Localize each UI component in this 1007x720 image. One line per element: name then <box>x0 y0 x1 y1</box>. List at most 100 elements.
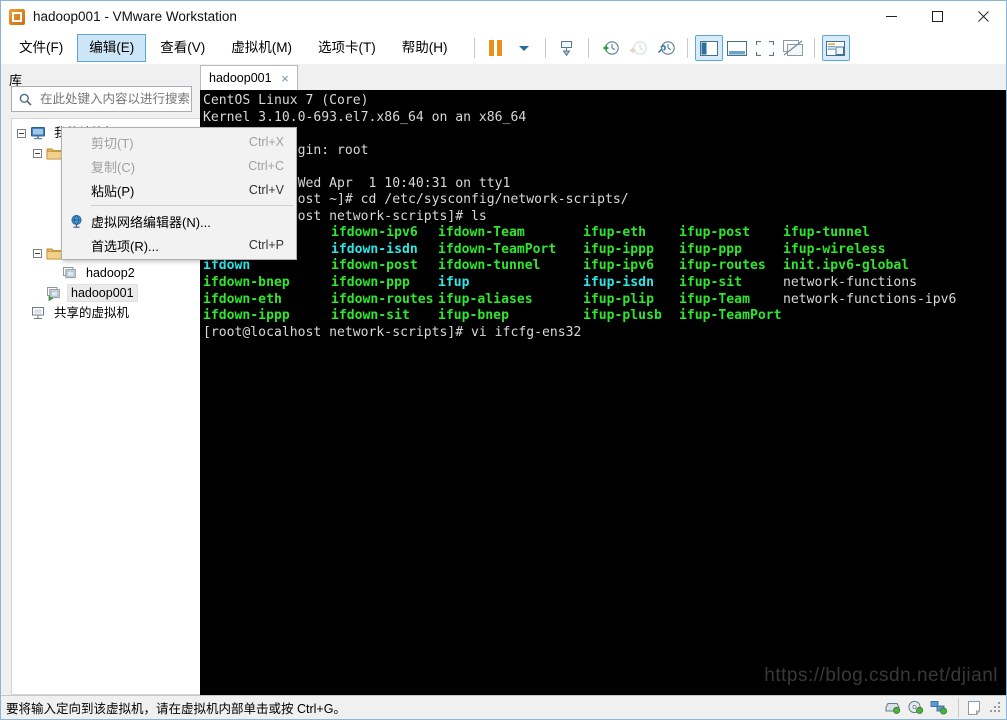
tree-item-shared-vms[interactable]: 共享的虚拟机 <box>12 303 200 323</box>
terminal-file-entry: ifdown-bnep <box>203 275 331 292</box>
toolbar-separator <box>474 38 475 58</box>
vm-icon <box>62 266 79 281</box>
menu-bar: 文件(F) 编辑(E) 查看(V) 虚拟机(M) 选项卡(T) 帮助(H) <box>1 32 1006 64</box>
terminal-file-entry: ifdown-isdn <box>331 242 438 259</box>
tree-item-hadoop2[interactable]: hadoop2 <box>12 263 200 283</box>
cd-dvd-icon[interactable] <box>907 700 924 715</box>
menu-edit[interactable]: 编辑(E) <box>77 34 146 62</box>
terminal-file-entry: network-functions <box>783 275 1006 292</box>
toolbar-separator <box>545 38 546 58</box>
maximize-button[interactable] <box>914 1 960 32</box>
menu-item-label: 复制(C) <box>91 157 248 176</box>
menu-file[interactable]: 文件(F) <box>7 34 75 62</box>
menu-item-label: 粘贴(P) <box>91 181 249 200</box>
tab-hadoop001[interactable]: hadoop001 × <box>200 65 298 90</box>
close-icon[interactable]: × <box>278 71 293 86</box>
take-snapshot-button[interactable] <box>596 35 624 61</box>
menu-view[interactable]: 查看(V) <box>148 34 217 62</box>
terminal-file-entry: ifdown-ippp <box>203 308 331 325</box>
menu-item-shortcut: Ctrl+C <box>248 159 296 173</box>
send-ctrl-alt-del-button[interactable] <box>553 35 581 61</box>
toolbar <box>467 35 850 61</box>
terminal-line: Last login: Wed Apr 1 10:40:31 on tty1 <box>203 176 1006 193</box>
tree-item-label: 共享的虚拟机 <box>51 305 132 321</box>
fullscreen-button[interactable] <box>751 35 779 61</box>
terminal-file-entry: ifup-isdn <box>583 275 679 292</box>
tree-expander-collapse-icon[interactable] <box>33 149 42 158</box>
minimize-button[interactable] <box>868 1 914 32</box>
menu-item-shortcut: Ctrl+V <box>249 183 296 197</box>
search-input[interactable] <box>38 91 191 107</box>
tab-strip: hadoop001 × <box>200 64 1006 90</box>
suspend-button[interactable] <box>482 35 510 61</box>
terminal-file-entry: ifup <box>438 275 583 292</box>
menu-item-virtual-network-editor[interactable]: 虚拟网络编辑器(N)... <box>62 209 296 233</box>
menu-help[interactable]: 帮助(H) <box>390 34 460 62</box>
status-separator <box>958 698 959 718</box>
vm-console-screen[interactable]: CentOS Linux 7 (Core)Kernel 3.10.0-693.e… <box>200 90 1006 695</box>
snapshot-manager-button[interactable] <box>652 35 680 61</box>
network-adapter-icon[interactable] <box>930 700 948 715</box>
edit-menu-dropdown[interactable]: 剪切(T)Ctrl+X复制(C)Ctrl+C粘贴(P)Ctrl+V虚拟网络编辑器… <box>61 127 297 260</box>
status-message: 要将输入定向到该虚拟机，请在虚拟机内部单击或按 Ctrl+G。 <box>6 698 346 717</box>
terminal-file-entry: ifup-post <box>679 225 783 242</box>
menu-item-paste[interactable]: 粘贴(P)Ctrl+V <box>62 178 296 202</box>
vm-console-panel: hadoop001 × CentOS Linux 7 (Core)Kernel … <box>200 64 1006 695</box>
revert-snapshot-button <box>624 35 652 61</box>
terminal-file-entry: ifup-ippp <box>583 242 679 259</box>
tree-item-hadoop001[interactable]: hadoop001 <box>12 283 200 303</box>
terminal-ls-output: ifcfg-ens32ifdown-ipv6ifdown-Teamifup-et… <box>203 225 1006 324</box>
menu-item-label: 首选项(R)... <box>91 236 249 255</box>
terminal-file-entry: ifdown-sit <box>331 308 438 325</box>
terminal-file-entry: ifdown-ipv6 <box>331 225 438 242</box>
terminal-file-entry: ifup-ppp <box>679 242 783 259</box>
terminal-file-entry: init.ipv6-global <box>783 258 1006 275</box>
vmware-icon <box>9 9 25 25</box>
terminal-file-entry: ifup-routes <box>679 258 783 275</box>
toolbar-separator <box>687 38 688 58</box>
thumbnail-bar-button[interactable] <box>822 35 850 61</box>
close-button[interactable] <box>960 1 1006 32</box>
resize-grip[interactable] <box>988 700 1004 716</box>
computer-icon <box>30 126 47 141</box>
tree-expander-collapse-icon[interactable] <box>17 129 26 138</box>
library-search[interactable] <box>11 86 192 112</box>
power-dropdown-button[interactable] <box>510 35 538 61</box>
snapshot-manager-icon <box>656 39 676 58</box>
send-keys-icon <box>557 39 576 58</box>
terminal-file-entry: ifup-tunnel <box>783 225 1006 242</box>
terminal-output: CentOS Linux 7 (Core)Kernel 3.10.0-693.e… <box>203 93 1006 341</box>
title-bar: hadoop001 - VMware Workstation <box>1 1 1006 32</box>
terminal-file-entry: network-functions-ipv6 <box>783 292 1006 309</box>
toggle-library-button[interactable] <box>695 35 723 61</box>
menu-item-preferences[interactable]: 首选项(R)...Ctrl+P <box>62 233 296 257</box>
menu-item-label: 剪切(T) <box>91 133 249 152</box>
menu-vm[interactable]: 虚拟机(M) <box>219 34 304 62</box>
notes-icon[interactable] <box>966 700 982 716</box>
toolbar-separator <box>588 38 589 58</box>
hard-disk-icon[interactable] <box>884 700 901 715</box>
terminal-file-entry: ifdown-tunnel <box>438 258 583 275</box>
terminal-file-entry: ifup-wireless <box>783 242 1006 259</box>
terminal-file-entry: ifdown <box>203 258 331 275</box>
shared-vm-icon <box>30 306 47 321</box>
thumbnail-bar-icon <box>826 41 845 56</box>
terminal-line: Password: <box>203 159 1006 176</box>
search-icon <box>19 93 32 106</box>
console-view-button[interactable] <box>723 35 751 61</box>
tree-expander-collapse-icon[interactable] <box>33 249 42 258</box>
window-title: hadoop001 - VMware Workstation <box>33 9 237 24</box>
menu-item-label: 虚拟网络编辑器(N)... <box>91 212 284 231</box>
unity-mode-button[interactable] <box>779 35 807 61</box>
snapshot-revert-icon <box>628 39 648 58</box>
terminal-prompt-line: [root@localhost network-scripts]# vi ifc… <box>203 325 1006 342</box>
toolbar-separator <box>814 38 815 58</box>
device-status-icons <box>881 696 1006 719</box>
terminal-file-entry: ifup-plip <box>583 292 679 309</box>
menu-tabs[interactable]: 选项卡(T) <box>306 34 388 62</box>
terminal-line <box>203 126 1006 143</box>
terminal-file-entry: ifdown-ppp <box>331 275 438 292</box>
main-body: 库 我的计算机集群node1node2node3node4hadoophadoo… <box>1 64 1006 695</box>
terminal-file-entry <box>783 308 1006 325</box>
chevron-down-icon <box>519 46 529 51</box>
